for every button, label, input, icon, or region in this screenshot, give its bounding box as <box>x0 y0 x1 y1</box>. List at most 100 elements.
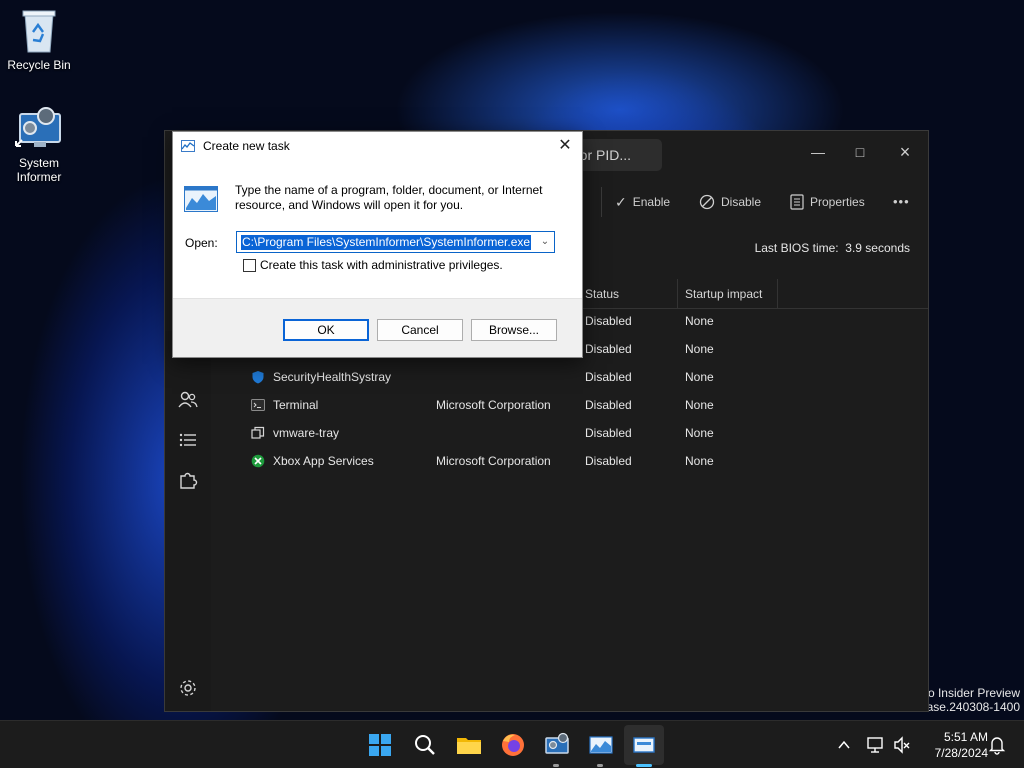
recycle-bin-icon <box>22 10 56 53</box>
cancel-button[interactable]: Cancel <box>377 319 463 341</box>
enable-label: Enable <box>632 195 671 209</box>
row-name: Xbox App Services <box>273 454 374 468</box>
row-impact: None <box>685 454 714 468</box>
dialog-close-button[interactable]: ✕ <box>554 135 576 157</box>
row-status: Disabled <box>585 454 632 468</box>
desktop-icon-recycle-bin[interactable]: Recycle Bin <box>4 8 74 72</box>
row-impact: None <box>685 370 714 384</box>
details-list-icon[interactable] <box>177 429 199 451</box>
checkmark-icon: ✓ <box>615 194 627 210</box>
column-header-status[interactable]: Status <box>585 279 619 309</box>
terminal-icon <box>251 399 265 411</box>
row-name: vmware-tray <box>273 426 340 440</box>
settings-gear-icon[interactable] <box>177 677 199 699</box>
admin-privileges-option[interactable]: Create this task with administrative pri… <box>243 258 503 272</box>
taskbar: 5:51 AM 7/28/2024 <box>0 720 1024 768</box>
run-task-icon <box>184 186 218 212</box>
desktop-icon-system-informer[interactable]: System Informer <box>4 106 74 184</box>
bios-time-value: 3.9 seconds <box>845 241 910 255</box>
table-row[interactable]: SecurityHealthSystray Disabled None <box>211 363 928 391</box>
bios-time: Last BIOS time: 3.9 seconds <box>755 241 910 255</box>
network-icon[interactable] <box>866 735 886 755</box>
toolbar-divider <box>601 187 602 217</box>
create-new-task-dialog[interactable]: Create new task ✕ Type the name of a pro… <box>172 131 583 358</box>
row-status: Disabled <box>585 370 632 384</box>
row-impact: None <box>685 426 714 440</box>
desktop-icon-label: Recycle Bin <box>7 58 71 72</box>
disable-label: Disable <box>721 195 762 209</box>
disable-button[interactable]: Disable <box>699 191 761 213</box>
volume-muted-icon[interactable] <box>893 735 911 755</box>
notifications-bell-icon[interactable] <box>988 735 1006 755</box>
row-name: Terminal <box>273 398 319 412</box>
windows-watermark: o Insider Preview ease.240308-1400 <box>920 686 1020 714</box>
system-informer-icon <box>15 107 61 147</box>
row-status: Disabled <box>585 342 632 356</box>
vmware-tray-icon <box>251 426 265 439</box>
xbox-icon <box>251 454 265 468</box>
running-indicator <box>597 764 603 767</box>
chevron-down-icon: ⌄ <box>540 236 550 247</box>
properties-icon <box>790 194 804 210</box>
file-explorer-icon[interactable] <box>453 729 485 761</box>
clock-date: 7/28/2024 <box>934 746 988 760</box>
row-name: SecurityHealthSystray <box>273 370 392 384</box>
watermark-line: ease.240308-1400 <box>919 700 1020 714</box>
sidebar <box>165 331 211 711</box>
system-informer-taskbar-icon[interactable] <box>541 729 573 761</box>
more-options-button[interactable]: ••• <box>893 191 910 213</box>
system-clock[interactable]: 5:51 AM 7/28/2024 <box>918 729 988 761</box>
properties-label: Properties <box>810 195 865 209</box>
watermark-line: o Insider Preview <box>927 686 1020 700</box>
dialog-description: Type the name of a program, folder, docu… <box>235 183 543 212</box>
row-publisher: Microsoft Corporation <box>436 398 551 412</box>
browse-button[interactable]: Browse... <box>471 319 557 341</box>
column-divider <box>677 279 678 309</box>
close-icon: ✕ <box>558 137 572 154</box>
run-dialog-taskbar-icon[interactable] <box>628 729 660 761</box>
enable-button[interactable]: ✓ Enable <box>615 191 670 213</box>
close-button[interactable]: × <box>890 137 920 167</box>
open-dropdown-button[interactable]: ⌄ <box>538 234 552 250</box>
task-manager-small-icon <box>181 140 195 152</box>
open-input[interactable]: C:\Program Files\SystemInformer\SystemIn… <box>236 231 555 253</box>
table-row[interactable]: Xbox App Services Microsoft Corporation … <box>211 447 928 475</box>
row-impact: None <box>685 314 714 328</box>
start-windows-icon[interactable] <box>364 729 396 761</box>
services-puzzle-icon[interactable] <box>177 469 199 491</box>
admin-privileges-checkbox[interactable] <box>243 258 256 272</box>
bios-time-label: Last BIOS time: <box>754 241 839 255</box>
minimize-icon: — <box>811 144 825 160</box>
row-status: Disabled <box>585 314 632 328</box>
row-status: Disabled <box>585 426 632 440</box>
row-status: Disabled <box>585 398 632 412</box>
admin-privileges-label: Create this task with administrative pri… <box>260 258 503 272</box>
shield-icon <box>252 371 264 384</box>
table-row[interactable]: vmware-tray Disabled None <box>211 419 928 447</box>
open-label: Open: <box>185 236 218 250</box>
properties-button[interactable]: Properties <box>790 191 865 213</box>
users-icon[interactable] <box>177 389 199 411</box>
minimize-button[interactable]: — <box>803 137 833 167</box>
dialog-button-bar: OK Cancel Browse... <box>173 298 582 357</box>
dialog-title: Create new task <box>203 139 290 153</box>
column-divider <box>777 279 778 309</box>
row-impact: None <box>685 398 714 412</box>
active-indicator <box>636 764 652 767</box>
table-row[interactable]: Terminal Microsoft Corporation Disabled … <box>211 391 928 419</box>
search-icon[interactable] <box>409 729 441 761</box>
maximize-button[interactable]: □ <box>845 137 875 167</box>
disable-icon <box>699 194 715 210</box>
task-manager-taskbar-icon[interactable] <box>585 729 617 761</box>
row-publisher: Microsoft Corporation <box>436 454 551 468</box>
open-input-value: C:\Program Files\SystemInformer\SystemIn… <box>241 235 532 250</box>
ok-button[interactable]: OK <box>283 319 369 341</box>
column-header-startup-impact[interactable]: Startup impact <box>685 279 762 309</box>
running-indicator <box>553 764 559 767</box>
row-impact: None <box>685 342 714 356</box>
firefox-icon[interactable] <box>497 729 529 761</box>
chevron-up-icon[interactable] <box>836 737 852 753</box>
clock-time: 5:51 AM <box>943 730 988 744</box>
maximize-icon: □ <box>855 144 865 160</box>
desktop-icon-label: System Informer <box>16 156 62 184</box>
